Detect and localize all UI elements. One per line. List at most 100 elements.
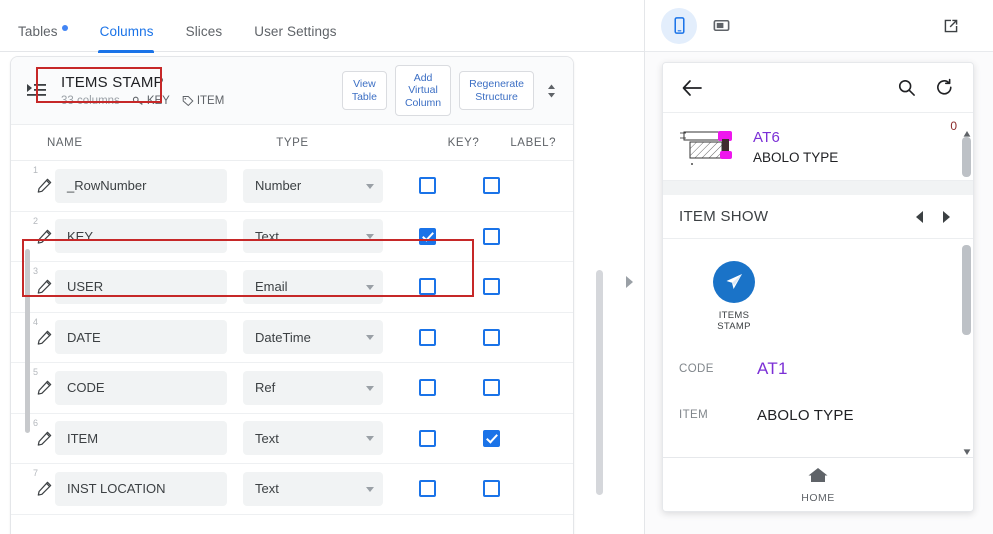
tab-tables-label: Tables — [18, 24, 58, 39]
label-checkbox[interactable] — [483, 227, 500, 245]
column-type-value: Ref — [255, 380, 276, 396]
column-type-select[interactable]: Text — [243, 421, 383, 456]
edit-column-icon[interactable] — [33, 229, 55, 244]
tab-slices[interactable]: Slices — [186, 24, 239, 53]
tab-user-settings-label: User Settings — [254, 24, 337, 39]
key-checkbox[interactable] — [419, 379, 436, 397]
editor-pane-scrollbar-thumb[interactable] — [596, 270, 603, 495]
edit-column-icon[interactable] — [33, 481, 55, 496]
chevron-down-icon — [366, 284, 374, 290]
column-type-value: Text — [255, 430, 279, 446]
chevron-down-icon — [366, 385, 374, 391]
label-checkbox[interactable] — [483, 480, 500, 498]
tab-columns-label: Columns — [99, 24, 154, 39]
tab-tables-unsaved-dot — [61, 25, 68, 31]
bottom-nav-home[interactable]: HOME — [663, 457, 973, 511]
column-type-select[interactable]: Text — [243, 471, 383, 506]
table-row: 1 _RowNumber Number — [11, 161, 573, 212]
key-checkbox[interactable] — [419, 328, 436, 346]
detail-key-code: CODE — [679, 363, 714, 375]
regenerate-structure-button[interactable]: Regenerate Structure — [459, 71, 534, 110]
column-name-input[interactable]: USER — [55, 269, 227, 304]
key-checkbox[interactable] — [419, 278, 436, 296]
record-scrollbar-thumb[interactable] — [962, 137, 971, 177]
phone-scroll-up-arrow-icon[interactable] — [963, 125, 971, 137]
column-name-input[interactable]: _RowNumber — [55, 168, 227, 203]
record-list-item[interactable]: AT6 ABOLO TYPE 0 — [663, 113, 973, 181]
label-checkbox[interactable] — [483, 379, 500, 397]
table-card-titles: ITEMS STAMP 33 columns KEY ITEM — [61, 74, 342, 107]
key-checkbox[interactable] — [419, 429, 436, 447]
label-checkbox[interactable] — [483, 429, 500, 447]
column-type-value: Email — [255, 279, 288, 295]
edit-column-icon[interactable] — [33, 279, 55, 294]
columns-list-scrollbar-thumb[interactable] — [25, 249, 30, 433]
tablet-preview-icon[interactable] — [703, 8, 739, 44]
chevron-down-icon — [366, 234, 374, 240]
column-type-select[interactable]: Ref — [243, 370, 383, 405]
tab-tables[interactable]: Tables — [18, 24, 84, 53]
tab-columns[interactable]: Columns — [97, 24, 170, 53]
row-number: 4 — [33, 316, 39, 327]
detail-value-code[interactable]: AT1 — [757, 359, 788, 379]
refresh-icon[interactable] — [931, 78, 957, 97]
label-checkbox-cell — [475, 379, 539, 397]
edit-column-icon[interactable] — [33, 330, 55, 345]
section-gap — [663, 181, 973, 195]
phone-preview-icon[interactable] — [661, 7, 697, 44]
table-columns-card: ITEMS STAMP 33 columns KEY ITEM View Tab… — [10, 56, 574, 534]
key-icon — [132, 96, 143, 105]
label-checkbox[interactable] — [483, 177, 500, 195]
key-checkbox[interactable] — [419, 227, 436, 245]
column-name-input[interactable]: CODE — [55, 370, 227, 405]
tab-user-settings[interactable]: User Settings — [254, 24, 352, 53]
table-row: 5 CODE Ref — [11, 363, 573, 414]
key-checkbox-cell — [411, 278, 475, 296]
column-type-select[interactable]: Email — [243, 269, 383, 304]
table-title: ITEMS STAMP — [61, 74, 164, 91]
detail-rows: CODE AT1 ITEM ABOLO TYPE — [663, 346, 973, 438]
edit-column-icon[interactable] — [33, 380, 55, 395]
column-type-select[interactable]: Number — [243, 168, 383, 203]
column-type-select[interactable]: Text — [243, 219, 383, 254]
table-column-count: 33 columns — [61, 95, 120, 107]
table-row: 4 DATE DateTime — [11, 313, 573, 363]
row-number: 2 — [33, 215, 39, 226]
open-in-new-window-icon[interactable] — [933, 8, 969, 44]
key-checkbox[interactable] — [419, 480, 436, 498]
next-record-icon[interactable] — [933, 210, 959, 224]
preview-pane: AT6 ABOLO TYPE 0 ITEM SHOW ITEMS STAMP C… — [645, 0, 993, 534]
app-tile-items-stamp[interactable]: ITEMS STAMP — [691, 261, 777, 332]
key-checkbox[interactable] — [419, 177, 436, 195]
search-icon[interactable] — [893, 78, 919, 97]
column-name-input[interactable]: DATE — [55, 320, 227, 355]
column-name-input[interactable]: INST LOCATION — [55, 471, 227, 506]
record-code: AT6 — [753, 128, 780, 146]
column-header-type: TYPE — [276, 136, 309, 149]
view-table-button[interactable]: View Table — [341, 71, 387, 110]
list-indent-icon[interactable] — [25, 80, 47, 102]
column-type-select[interactable]: DateTime — [243, 320, 383, 355]
expand-collapse-icon[interactable] — [542, 83, 561, 99]
previous-record-icon[interactable] — [907, 210, 933, 224]
column-name-input[interactable]: ITEM — [55, 421, 227, 456]
detail-key-item: ITEM — [679, 409, 709, 421]
edit-column-icon[interactable] — [33, 431, 55, 446]
section-scrollbar-thumb[interactable] — [962, 245, 971, 335]
row-number: 6 — [33, 417, 39, 428]
row-number: 1 — [33, 165, 39, 175]
detail-row-item: ITEM ABOLO TYPE — [663, 392, 973, 438]
add-virtual-column-button[interactable]: Add Virtual Column — [394, 64, 452, 117]
row-number: 3 — [33, 266, 39, 276]
panel-expand-arrow-icon[interactable] — [624, 275, 634, 289]
column-name-input[interactable]: KEY — [55, 219, 227, 254]
edit-column-icon[interactable] — [33, 178, 55, 193]
back-arrow-icon[interactable] — [679, 79, 705, 97]
label-checkbox[interactable] — [483, 328, 500, 346]
column-header-label: LABEL? — [510, 136, 557, 149]
row-number: 5 — [33, 367, 39, 377]
label-checkbox[interactable] — [483, 278, 500, 296]
phone-scroll-down-arrow-icon[interactable] — [963, 443, 971, 455]
table-row: 7 INST LOCATION Text — [11, 464, 573, 515]
label-checkbox-cell — [475, 328, 539, 346]
